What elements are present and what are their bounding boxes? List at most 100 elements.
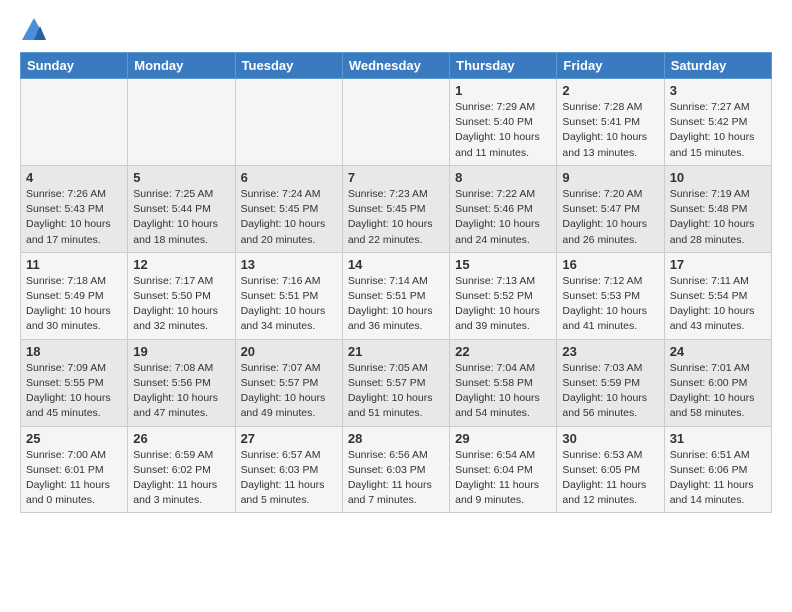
day-number: 25 — [26, 431, 122, 446]
calendar-cell: 14 Sunrise: 7:14 AM Sunset: 5:51 PM Dayli… — [342, 252, 449, 339]
day-info: Sunrise: 7:03 AM Sunset: 5:59 PM Dayligh… — [562, 361, 658, 422]
day-info: Sunrise: 7:14 AM Sunset: 5:51 PM Dayligh… — [348, 274, 444, 335]
day-number: 3 — [670, 83, 766, 98]
day-number: 19 — [133, 344, 229, 359]
day-info: Sunrise: 7:12 AM Sunset: 5:53 PM Dayligh… — [562, 274, 658, 335]
calendar-cell: 16 Sunrise: 7:12 AM Sunset: 5:53 PM Dayli… — [557, 252, 664, 339]
calendar-cell: 18Sunrise: 7:09 AM Sunset: 5:55 PM Dayli… — [21, 339, 128, 426]
calendar-cell: 21 Sunrise: 7:05 AM Sunset: 5:57 PM Dayli… — [342, 339, 449, 426]
calendar-cell: 6Sunrise: 7:24 AM Sunset: 5:45 PM Daylig… — [235, 165, 342, 252]
day-info: Sunrise: 6:54 AM Sunset: 6:04 PM Dayligh… — [455, 448, 551, 509]
day-number: 2 — [562, 83, 658, 98]
day-info: Sunrise: 7:00 AM Sunset: 6:01 PM Dayligh… — [26, 448, 122, 509]
calendar-cell — [128, 79, 235, 166]
day-number: 20 — [241, 344, 337, 359]
day-number: 16 — [562, 257, 658, 272]
column-header-tuesday: Tuesday — [235, 53, 342, 79]
day-info: Sunrise: 7:09 AM Sunset: 5:55 PM Dayligh… — [26, 361, 122, 422]
day-info: Sunrise: 7:11 AM Sunset: 5:54 PM Dayligh… — [670, 274, 766, 335]
header — [20, 16, 772, 44]
calendar-cell: 8 Sunrise: 7:22 AM Sunset: 5:46 PM Daylig… — [450, 165, 557, 252]
day-info: Sunrise: 6:57 AM Sunset: 6:03 PM Dayligh… — [241, 448, 337, 509]
calendar-cell: 2 Sunrise: 7:28 AM Sunset: 5:41 PM Daylig… — [557, 79, 664, 166]
calendar-cell: 23 Sunrise: 7:03 AM Sunset: 5:59 PM Dayli… — [557, 339, 664, 426]
day-number: 6 — [241, 170, 337, 185]
day-info: Sunrise: 7:18 AM Sunset: 5:49 PM Dayligh… — [26, 274, 122, 335]
day-number: 30 — [562, 431, 658, 446]
day-info: Sunrise: 7:05 AM Sunset: 5:57 PM Dayligh… — [348, 361, 444, 422]
calendar-cell: 13Sunrise: 7:16 AM Sunset: 5:51 PM Dayli… — [235, 252, 342, 339]
day-number: 14 — [348, 257, 444, 272]
day-number: 31 — [670, 431, 766, 446]
page-container: SundayMondayTuesdayWednesdayThursdayFrid… — [0, 0, 792, 523]
calendar-cell: 31 Sunrise: 6:51 AM Sunset: 6:06 PM Dayli… — [664, 426, 771, 513]
day-number: 15 — [455, 257, 551, 272]
calendar-cell: 4 Sunrise: 7:26 AM Sunset: 5:43 PM Daylig… — [21, 165, 128, 252]
day-info: Sunrise: 7:19 AM Sunset: 5:48 PM Dayligh… — [670, 187, 766, 248]
column-header-friday: Friday — [557, 53, 664, 79]
day-info: Sunrise: 6:51 AM Sunset: 6:06 PM Dayligh… — [670, 448, 766, 509]
day-info: Sunrise: 7:07 AM Sunset: 5:57 PM Dayligh… — [241, 361, 337, 422]
day-number: 28 — [348, 431, 444, 446]
calendar-cell: 15 Sunrise: 7:13 AM Sunset: 5:52 PM Dayli… — [450, 252, 557, 339]
calendar-cell: 7 Sunrise: 7:23 AM Sunset: 5:45 PM Daylig… — [342, 165, 449, 252]
calendar-cell: 28 Sunrise: 6:56 AM Sunset: 6:03 PM Dayli… — [342, 426, 449, 513]
week-row-2: 4 Sunrise: 7:26 AM Sunset: 5:43 PM Daylig… — [21, 165, 772, 252]
day-number: 29 — [455, 431, 551, 446]
day-info: Sunrise: 6:56 AM Sunset: 6:03 PM Dayligh… — [348, 448, 444, 509]
day-number: 4 — [26, 170, 122, 185]
day-number: 24 — [670, 344, 766, 359]
calendar-cell — [235, 79, 342, 166]
day-number: 26 — [133, 431, 229, 446]
day-info: Sunrise: 7:26 AM Sunset: 5:43 PM Dayligh… — [26, 187, 122, 248]
calendar-cell: 11 Sunrise: 7:18 AM Sunset: 5:49 PM Dayli… — [21, 252, 128, 339]
calendar-cell: 26 Sunrise: 6:59 AM Sunset: 6:02 PM Dayli… — [128, 426, 235, 513]
calendar-cell: 19 Sunrise: 7:08 AM Sunset: 5:56 PM Dayli… — [128, 339, 235, 426]
day-info: Sunrise: 7:25 AM Sunset: 5:44 PM Dayligh… — [133, 187, 229, 248]
day-number: 8 — [455, 170, 551, 185]
day-info: Sunrise: 7:01 AM Sunset: 6:00 PM Dayligh… — [670, 361, 766, 422]
column-header-monday: Monday — [128, 53, 235, 79]
calendar-cell: 27 Sunrise: 6:57 AM Sunset: 6:03 PM Dayli… — [235, 426, 342, 513]
calendar-cell: 24 Sunrise: 7:01 AM Sunset: 6:00 PM Dayli… — [664, 339, 771, 426]
day-info: Sunrise: 7:04 AM Sunset: 5:58 PM Dayligh… — [455, 361, 551, 422]
day-number: 17 — [670, 257, 766, 272]
day-info: Sunrise: 7:27 AM Sunset: 5:42 PM Dayligh… — [670, 100, 766, 161]
calendar-cell — [21, 79, 128, 166]
logo — [20, 16, 52, 44]
day-number: 21 — [348, 344, 444, 359]
day-info: Sunrise: 7:22 AM Sunset: 5:46 PM Dayligh… — [455, 187, 551, 248]
day-number: 5 — [133, 170, 229, 185]
logo-icon — [20, 16, 48, 44]
day-info: Sunrise: 6:53 AM Sunset: 6:05 PM Dayligh… — [562, 448, 658, 509]
column-header-wednesday: Wednesday — [342, 53, 449, 79]
day-number: 27 — [241, 431, 337, 446]
day-number: 12 — [133, 257, 229, 272]
calendar-cell: 30 Sunrise: 6:53 AM Sunset: 6:05 PM Dayli… — [557, 426, 664, 513]
day-info: Sunrise: 6:59 AM Sunset: 6:02 PM Dayligh… — [133, 448, 229, 509]
column-header-saturday: Saturday — [664, 53, 771, 79]
calendar-cell: 22 Sunrise: 7:04 AM Sunset: 5:58 PM Dayli… — [450, 339, 557, 426]
day-info: Sunrise: 7:29 AM Sunset: 5:40 PM Dayligh… — [455, 100, 551, 161]
day-info: Sunrise: 7:13 AM Sunset: 5:52 PM Dayligh… — [455, 274, 551, 335]
calendar-cell: 12 Sunrise: 7:17 AM Sunset: 5:50 PM Dayli… — [128, 252, 235, 339]
calendar-cell: 20 Sunrise: 7:07 AM Sunset: 5:57 PM Dayli… — [235, 339, 342, 426]
day-info: Sunrise: 7:17 AM Sunset: 5:50 PM Dayligh… — [133, 274, 229, 335]
day-info: Sunrise: 7:08 AM Sunset: 5:56 PM Dayligh… — [133, 361, 229, 422]
week-row-5: 25 Sunrise: 7:00 AM Sunset: 6:01 PM Dayli… — [21, 426, 772, 513]
day-info: Sunrise: 7:28 AM Sunset: 5:41 PM Dayligh… — [562, 100, 658, 161]
day-number: 7 — [348, 170, 444, 185]
day-number: 23 — [562, 344, 658, 359]
calendar-cell: 9Sunrise: 7:20 AM Sunset: 5:47 PM Daylig… — [557, 165, 664, 252]
calendar-cell: 5 Sunrise: 7:25 AM Sunset: 5:44 PM Daylig… — [128, 165, 235, 252]
day-info: Sunrise: 7:23 AM Sunset: 5:45 PM Dayligh… — [348, 187, 444, 248]
calendar-table: SundayMondayTuesdayWednesdayThursdayFrid… — [20, 52, 772, 513]
column-header-sunday: Sunday — [21, 53, 128, 79]
calendar-cell: 25 Sunrise: 7:00 AM Sunset: 6:01 PM Dayli… — [21, 426, 128, 513]
calendar-cell: 17 Sunrise: 7:11 AM Sunset: 5:54 PM Dayli… — [664, 252, 771, 339]
day-info: Sunrise: 7:16 AM Sunset: 5:51 PM Dayligh… — [241, 274, 337, 335]
day-number: 11 — [26, 257, 122, 272]
calendar-cell: 3 Sunrise: 7:27 AM Sunset: 5:42 PM Daylig… — [664, 79, 771, 166]
day-number: 22 — [455, 344, 551, 359]
week-row-3: 11 Sunrise: 7:18 AM Sunset: 5:49 PM Dayli… — [21, 252, 772, 339]
